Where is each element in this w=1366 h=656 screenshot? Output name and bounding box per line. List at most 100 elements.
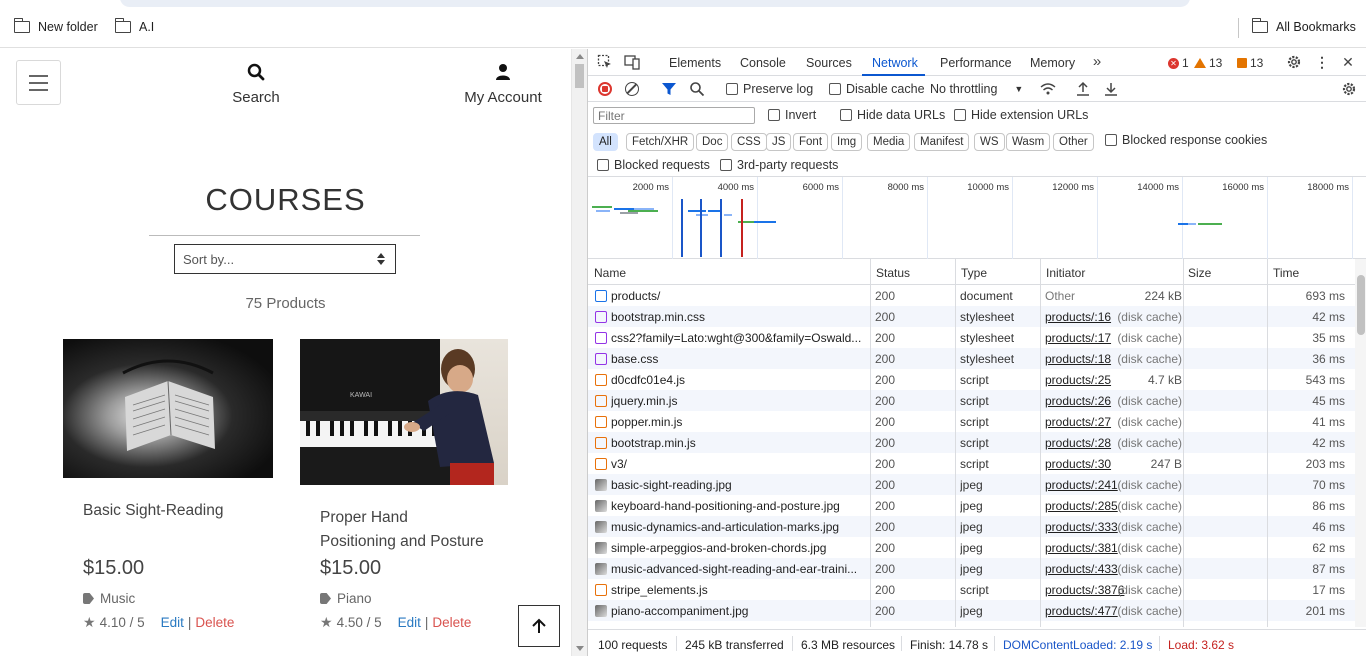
- column-header-size[interactable]: Size: [1188, 266, 1211, 280]
- bookmark-ai[interactable]: A.I: [114, 18, 154, 34]
- tab-performance[interactable]: Performance: [940, 56, 1012, 70]
- column-header-status[interactable]: Status: [876, 266, 910, 280]
- checkbox[interactable]: [768, 109, 780, 121]
- checkbox[interactable]: [726, 83, 738, 95]
- product-category[interactable]: Music: [63, 591, 135, 606]
- blocked-requests-checkbox[interactable]: Blocked requests: [597, 158, 710, 172]
- type-filter-ws[interactable]: WS: [974, 133, 1005, 151]
- request-row[interactable]: css2?family=Lato:wght@300&family=Oswald.…: [588, 327, 1355, 348]
- request-row[interactable]: base.css 200 stylesheet products/:18 (disk c…: [588, 348, 1355, 369]
- request-row[interactable]: stripe_elements.js 200 script products/:387…: [588, 579, 1355, 600]
- request-row[interactable]: bootstrap.min.js 200 script products/:28 (di…: [588, 432, 1355, 453]
- blocked-response-cookies-checkbox[interactable]: Blocked response cookies: [1105, 133, 1267, 147]
- column-header-time[interactable]: Time: [1273, 266, 1299, 280]
- request-name[interactable]: d0cdfc01e4.js: [611, 373, 866, 387]
- filter-icon[interactable]: [661, 81, 677, 97]
- checkbox[interactable]: [1105, 134, 1117, 146]
- address-bar[interactable]: [120, 0, 1190, 7]
- preserve-log-checkbox[interactable]: Preserve log: [726, 82, 813, 96]
- product-image[interactable]: [63, 339, 273, 478]
- type-filter-media[interactable]: Media: [867, 133, 911, 151]
- product-card[interactable]: Basic Sight-Reading $15.00 Music ★ 4.10 …: [63, 339, 273, 630]
- type-filter-font[interactable]: Font: [793, 133, 829, 151]
- request-row[interactable]: music-advanced-sight-reading-and-ear-tra…: [588, 558, 1355, 579]
- issues-count-badge[interactable]: 13: [1237, 56, 1263, 70]
- request-name[interactable]: piano-accompaniment.jpg: [611, 604, 866, 618]
- more-tabs-icon[interactable]: »: [1089, 54, 1105, 70]
- network-settings-gear-icon[interactable]: [1341, 81, 1357, 97]
- request-name[interactable]: music-advanced-sight-reading-and-ear-tra…: [611, 562, 866, 576]
- bookmark-new-folder[interactable]: New folder: [13, 18, 98, 34]
- table-scrollbar[interactable]: [1355, 259, 1366, 627]
- edit-link[interactable]: Edit: [161, 615, 184, 630]
- checkbox[interactable]: [840, 109, 852, 121]
- product-image[interactable]: KAWAI: [300, 339, 508, 485]
- request-row[interactable]: d0cdfc01e4.js 200 script products/:25 4.7 kB…: [588, 369, 1355, 390]
- network-conditions-icon[interactable]: [1040, 81, 1056, 97]
- request-name[interactable]: base.css: [611, 352, 866, 366]
- back-to-top-button[interactable]: [518, 605, 560, 647]
- upload-icon[interactable]: [1075, 81, 1091, 97]
- request-name[interactable]: bootstrap.min.js: [611, 436, 866, 450]
- device-toolbar-icon[interactable]: [624, 54, 640, 70]
- type-filter-doc[interactable]: Doc: [696, 133, 729, 151]
- column-header-name[interactable]: Name: [594, 266, 626, 280]
- delete-link[interactable]: Delete: [195, 615, 234, 630]
- type-filter-wasm[interactable]: Wasm: [1006, 133, 1051, 151]
- column-header-type[interactable]: Type: [961, 266, 987, 280]
- request-name[interactable]: jquery.min.js: [611, 394, 866, 408]
- hamburger-menu-button[interactable]: [16, 60, 61, 105]
- hide-extension-urls-checkbox[interactable]: Hide extension URLs: [954, 108, 1088, 122]
- third-party-requests-checkbox[interactable]: 3rd-party requests: [720, 158, 838, 172]
- scrollbar-thumb[interactable]: [575, 64, 584, 88]
- type-filter-all[interactable]: All: [593, 133, 618, 151]
- tab-sources[interactable]: Sources: [806, 56, 852, 70]
- hide-data-urls-checkbox[interactable]: Hide data URLs: [840, 108, 945, 122]
- product-card[interactable]: KAWAI Proper Hand Positioning and Postur…: [300, 339, 508, 630]
- close-icon[interactable]: ✕: [1340, 54, 1356, 70]
- type-filter-fetch-xhr[interactable]: Fetch/XHR: [626, 133, 695, 151]
- request-name[interactable]: music-dynamics-and-articulation-marks.jp…: [611, 520, 866, 534]
- scrollbar-thumb[interactable]: [1357, 275, 1365, 335]
- tab-memory[interactable]: Memory: [1030, 56, 1075, 70]
- request-name[interactable]: v3/: [611, 457, 866, 471]
- inspect-element-icon[interactable]: [597, 54, 613, 70]
- request-name[interactable]: bootstrap.min.css: [611, 310, 866, 324]
- search-icon[interactable]: [689, 81, 705, 97]
- request-name[interactable]: simple-arpeggios-and-broken-chords.jpg: [611, 541, 866, 555]
- request-row[interactable]: basic-sight-reading.jpg 200 jpeg products/:…: [588, 474, 1355, 495]
- request-name[interactable]: css2?family=Lato:wght@300&family=Oswald.…: [611, 331, 866, 345]
- request-name[interactable]: products/: [611, 289, 866, 303]
- warning-count-badge[interactable]: 13: [1194, 56, 1222, 70]
- type-filter-img[interactable]: Img: [831, 133, 863, 151]
- request-name[interactable]: basic-sight-reading.jpg: [611, 478, 866, 492]
- type-filter-css[interactable]: CSS: [731, 133, 767, 151]
- scroll-up-arrow-icon[interactable]: [576, 54, 584, 59]
- type-filter-other[interactable]: Other: [1053, 133, 1094, 151]
- product-name[interactable]: Proper Hand Positioning and Posture: [300, 506, 508, 554]
- request-row[interactable]: products/200 document Other 224 kB 693 ms: [588, 285, 1355, 306]
- download-icon[interactable]: [1103, 81, 1119, 97]
- all-bookmarks-button[interactable]: All Bookmarks: [1251, 18, 1356, 34]
- request-row[interactable]: jquery.min.js 200 script products/:26 (disk …: [588, 390, 1355, 411]
- request-name[interactable]: popper.min.js: [611, 415, 866, 429]
- network-overview-timeline[interactable]: 2000 ms 4000 ms 6000 ms 8000 ms 10000 ms 1200…: [588, 177, 1366, 259]
- checkbox[interactable]: [829, 83, 841, 95]
- error-count-badge[interactable]: ✕ 1: [1168, 56, 1189, 70]
- request-row[interactable]: v3/200 script products/:30 247 B 203 ms: [588, 453, 1355, 474]
- throttling-select[interactable]: No throttling ▼: [930, 82, 1023, 96]
- edit-link[interactable]: Edit: [398, 615, 421, 630]
- search-nav-link[interactable]: Search: [225, 63, 287, 106]
- request-row[interactable]: music-dynamics-and-articulation-marks.jp…: [588, 516, 1355, 537]
- request-row[interactable]: keyboard-hand-positioning-and-posture.jp…: [588, 495, 1355, 516]
- checkbox[interactable]: [954, 109, 966, 121]
- invert-checkbox[interactable]: Invert: [768, 108, 816, 122]
- clear-icon[interactable]: [625, 82, 639, 96]
- disable-cache-checkbox[interactable]: Disable cache: [829, 82, 925, 96]
- type-filter-manifest[interactable]: Manifest: [914, 133, 970, 151]
- tab-console[interactable]: Console: [740, 56, 786, 70]
- filter-input[interactable]: [593, 107, 755, 124]
- page-scrollbar[interactable]: [571, 49, 587, 656]
- sort-select[interactable]: Sort by...: [174, 244, 396, 274]
- tab-elements[interactable]: Elements: [669, 56, 721, 70]
